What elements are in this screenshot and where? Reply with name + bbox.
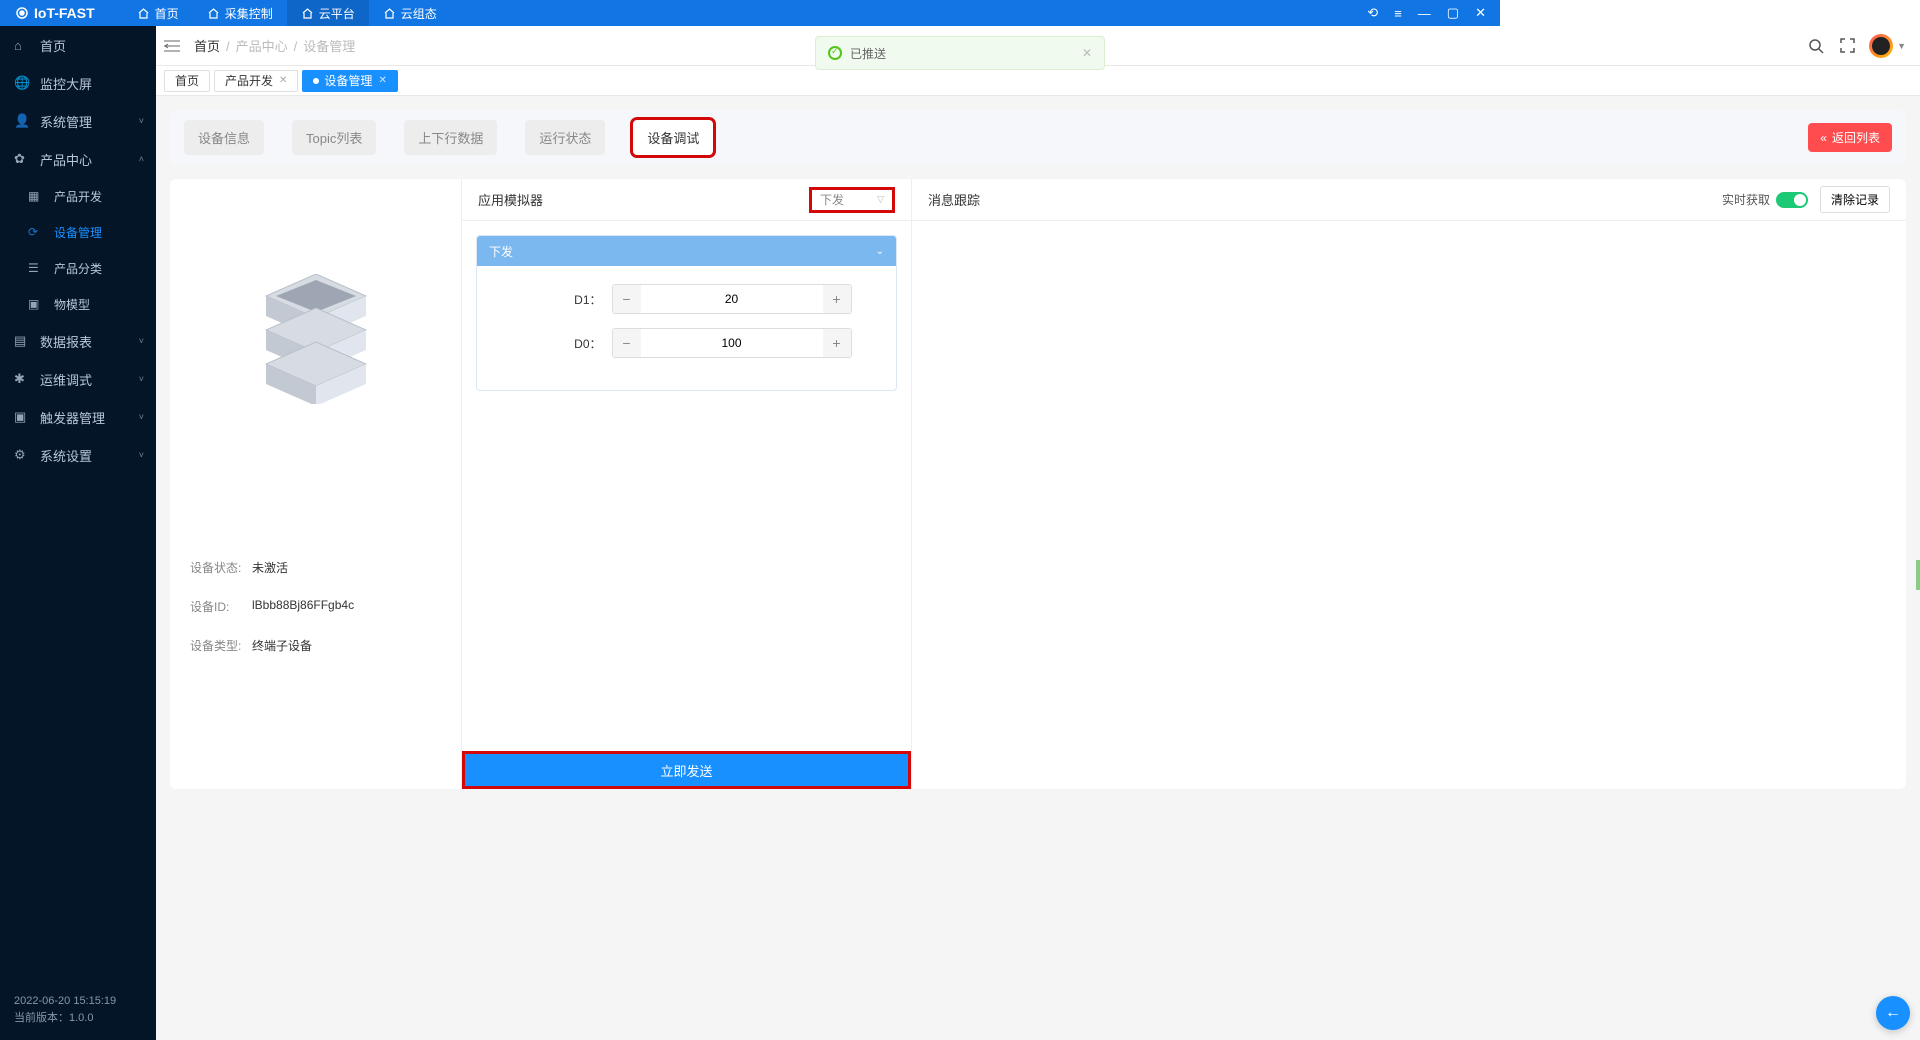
- toast-text: 已推送: [850, 45, 886, 62]
- field-row: D1：−+: [489, 284, 884, 314]
- field-label: D1：: [522, 291, 612, 308]
- toast: 已推送 ✕: [815, 36, 1105, 70]
- sidebar-item[interactable]: ✿产品中心˄: [0, 140, 156, 178]
- sidebar-item[interactable]: ✱运维调式˅: [0, 360, 156, 398]
- sidebar-item[interactable]: ▣触发器管理˅: [0, 398, 156, 436]
- back-to-list-button[interactable]: 返回列表: [1808, 123, 1892, 152]
- sidebar-subitem[interactable]: ⟳设备管理: [14, 214, 156, 250]
- menu-icon[interactable]: ≡: [1386, 6, 1410, 21]
- sidebar-subitem[interactable]: ☰产品分类: [14, 250, 156, 286]
- increment-button[interactable]: +: [823, 329, 851, 357]
- content-tab[interactable]: Topic列表: [292, 120, 376, 155]
- clear-log-button[interactable]: 清除记录: [1820, 186, 1890, 213]
- quantity-stepper: −+: [612, 328, 852, 358]
- window-buttons: ⟲ ≡ — ▢ ✕: [1359, 5, 1494, 21]
- panels: 设备状态:未激活 设备ID:lBbb88Bj86FFgb4c 设备类型:终端子设…: [170, 179, 1906, 789]
- titlebar-nav: 首页采集控制云平台云组态: [123, 0, 451, 26]
- titlebar-nav-item[interactable]: 首页: [123, 0, 193, 26]
- device-illustration: [190, 199, 441, 479]
- increment-button[interactable]: +: [823, 285, 851, 313]
- minimize-icon[interactable]: —: [1410, 6, 1439, 21]
- check-icon: [828, 46, 842, 60]
- device-type-label: 设备类型:: [190, 637, 252, 654]
- device-status-value: 未激活: [252, 559, 288, 576]
- trace-title: 消息跟踪: [928, 190, 980, 209]
- version-label: 当前版本：1.0.0: [14, 1010, 142, 1028]
- simulator-title: 应用模拟器: [478, 190, 543, 209]
- page-tab[interactable]: 首页: [164, 70, 210, 92]
- breadcrumb-item: 设备管理: [303, 39, 355, 54]
- content-tab[interactable]: 上下行数据: [404, 120, 497, 155]
- fullscreen-icon[interactable]: [1832, 38, 1863, 53]
- content-tab[interactable]: 设备调试: [633, 120, 713, 155]
- device-info-panel: 设备状态:未激活 设备ID:lBbb88Bj86FFgb4c 设备类型:终端子设…: [170, 179, 462, 789]
- breadcrumb-item: 产品中心: [236, 39, 288, 54]
- search-icon[interactable]: [1800, 38, 1832, 54]
- titlebar: IoT-FAST 首页采集控制云平台云组态 ⟲ ≡ — ▢ ✕: [0, 0, 1500, 26]
- chevron-down-icon: ▽: [877, 194, 884, 205]
- scroll-indicator: [1916, 560, 1920, 590]
- content-tabs: 设备信息 Topic列表上下行数据运行状态设备调试: [184, 120, 713, 155]
- device-id-value: lBbb88Bj86FFgb4c: [252, 598, 354, 615]
- field-label: D0：: [522, 335, 612, 352]
- breadcrumb: 首页/产品中心/设备管理: [194, 36, 355, 55]
- tab-close-icon[interactable]: ✕: [279, 75, 287, 86]
- send-accordion: 下发 ⌄ D1：−+D0：−+: [476, 235, 897, 391]
- sidebar-item[interactable]: ⚙系统设置˅: [0, 436, 156, 474]
- titlebar-nav-item[interactable]: 云平台: [287, 0, 369, 26]
- content-area: 设备信息 Topic列表上下行数据运行状态设备调试 返回列表: [156, 96, 1920, 1040]
- sidebar-item[interactable]: 👤系统管理˅: [0, 102, 156, 140]
- content-tab[interactable]: 设备信息: [184, 120, 264, 155]
- close-icon[interactable]: ✕: [1467, 5, 1494, 21]
- app-logo: IoT-FAST: [6, 5, 103, 21]
- sidebar-subitem[interactable]: ▦产品开发: [14, 178, 156, 214]
- titlebar-nav-item[interactable]: 采集控制: [193, 0, 287, 26]
- page-tab[interactable]: 产品开发✕: [214, 70, 298, 92]
- field-input[interactable]: [641, 329, 823, 357]
- device-status-label: 设备状态:: [190, 559, 252, 576]
- avatar[interactable]: [1869, 34, 1893, 58]
- simulator-panel: 应用模拟器 下发 ▽ 下发 ⌄ D1：−+D0：−+ 立即发送: [462, 179, 912, 789]
- chevron-down-icon: ⌄: [876, 246, 884, 257]
- maximize-icon[interactable]: ▢: [1439, 5, 1467, 21]
- field-row: D0：−+: [489, 328, 884, 358]
- content-toolbar: 设备信息 Topic列表上下行数据运行状态设备调试 返回列表: [170, 110, 1906, 165]
- realtime-label: 实时获取: [1722, 191, 1770, 208]
- sidebar-item[interactable]: 🌐监控大屏: [0, 64, 156, 102]
- field-input[interactable]: [641, 285, 823, 313]
- tab-close-icon[interactable]: ✕: [378, 75, 386, 86]
- refresh-icon[interactable]: ⟲: [1359, 5, 1386, 21]
- toast-close-icon[interactable]: ✕: [1082, 46, 1092, 60]
- sidebar-footer: 2022-06-20 15:15:19 当前版本：1.0.0: [0, 981, 156, 1040]
- quantity-stepper: −+: [612, 284, 852, 314]
- titlebar-nav-item[interactable]: 云组态: [369, 0, 451, 26]
- device-type-value: 终端子设备: [252, 637, 312, 654]
- sidebar: ⌂首页🌐监控大屏👤系统管理˅✿产品中心˄▦产品开发⟳设备管理☰产品分类▣物模型▤…: [0, 26, 156, 1040]
- decrement-button[interactable]: −: [613, 285, 641, 313]
- mode-select[interactable]: 下发 ▽: [809, 187, 895, 213]
- sidebar-subitem[interactable]: ▣物模型: [14, 286, 156, 322]
- sidebar-item[interactable]: ⌂首页: [0, 26, 156, 64]
- send-button[interactable]: 立即发送: [462, 751, 911, 789]
- float-back-button[interactable]: ←: [1876, 996, 1910, 1030]
- content-tab[interactable]: 运行状态: [525, 120, 605, 155]
- device-id-label: 设备ID:: [190, 598, 252, 615]
- realtime-switch[interactable]: [1776, 192, 1808, 208]
- page-tab[interactable]: 设备管理✕: [302, 70, 397, 92]
- accordion-header[interactable]: 下发 ⌄: [477, 236, 896, 266]
- trace-panel: 消息跟踪 实时获取 清除记录: [912, 179, 1906, 789]
- page-tabs: 首页产品开发✕设备管理✕: [156, 66, 1920, 96]
- decrement-button[interactable]: −: [613, 329, 641, 357]
- sidebar-item[interactable]: ▤数据报表˅: [0, 322, 156, 360]
- timestamp: 2022-06-20 15:15:19: [14, 993, 142, 1011]
- chevron-down-icon[interactable]: ▼: [1897, 41, 1906, 51]
- breadcrumb-item[interactable]: 首页: [194, 39, 220, 54]
- collapse-sidebar-icon[interactable]: [164, 39, 184, 53]
